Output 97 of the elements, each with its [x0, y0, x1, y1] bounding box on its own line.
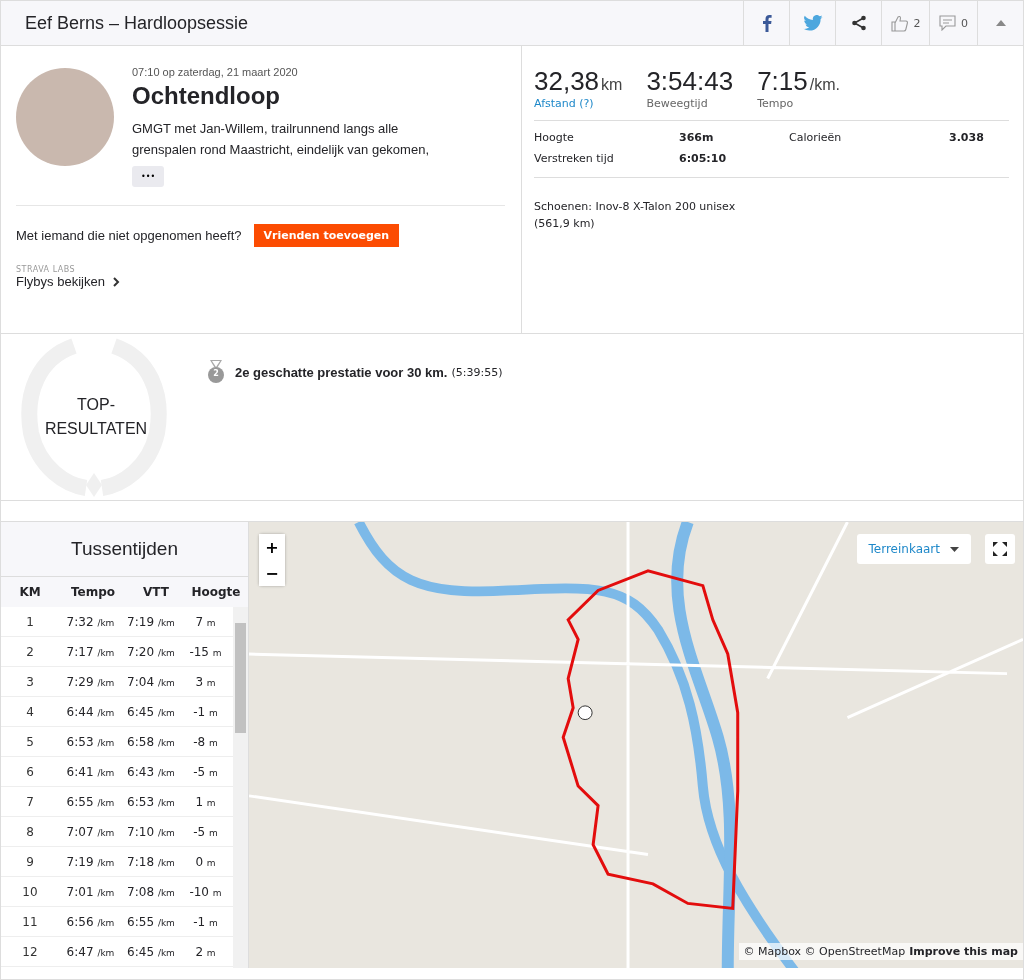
activity-name: Ochtendloop — [132, 82, 280, 110]
achievement-time: (5:39:55) — [451, 365, 503, 379]
elevation-cell-text: 0 m — [194, 854, 217, 869]
map-type-dropdown[interactable]: Terreinkaart — [856, 534, 971, 564]
km-cell-text: 6 — [25, 764, 35, 779]
zoom-out-button[interactable]: − — [259, 560, 285, 586]
stat-label: Beweegtijd — [646, 97, 709, 110]
gap-cell-text: 7:19 /km — [126, 614, 176, 629]
stat-value: 32,38 — [534, 66, 600, 97]
km-cell-text: 12 — [21, 944, 39, 959]
elevation-cell-text: -5 m — [192, 824, 219, 839]
improve-map-link[interactable]: Improve this map — [909, 945, 1018, 958]
more-button[interactable]: ••• — [132, 166, 165, 187]
share-icon — [850, 15, 867, 31]
facebook-icon — [761, 14, 772, 32]
gap-cell-text: 6:43 /km — [126, 764, 176, 779]
stat-value: 7:15 — [757, 66, 808, 97]
km-cell-text: 4 — [25, 704, 35, 719]
map-attribution: © Mapbox © OpenStreetMap — [743, 945, 906, 958]
pace-cell-text: 7:19 /km — [65, 854, 116, 869]
stat-label: Calorieën — [789, 131, 843, 144]
scrollbar[interactable] — [233, 607, 248, 968]
km-cell-text: 1 — [25, 614, 35, 629]
stat-unit: km — [601, 76, 623, 94]
fullscreen-button[interactable] — [985, 534, 1015, 564]
gap-cell-text: 7:08 /km — [126, 884, 176, 899]
caret-down-icon — [950, 546, 959, 552]
achievement-text: 2e geschatte prestatie voor 30 km. — [235, 364, 448, 380]
stat-label-link[interactable]: Afstand (?) — [534, 97, 623, 110]
stat-unit: /km. — [809, 76, 840, 94]
pace-cell-text: 6:53 /km — [65, 734, 116, 749]
caret-up-icon — [995, 20, 1006, 26]
km-cell-text: 11 — [21, 914, 39, 929]
pace-cell-text: 7:17 /km — [65, 644, 116, 659]
km-cell-text: 2 — [25, 644, 35, 659]
pace-cell-text: 7:32 /km — [65, 614, 116, 629]
fullscreen-icon — [992, 541, 1008, 557]
page-title: Eef Berns – Hardloopsessie — [24, 12, 249, 34]
elevation-cell-text: 2 m — [194, 944, 217, 959]
km-cell-text: 10 — [21, 884, 39, 899]
column-header: KM — [18, 585, 42, 599]
pace-cell-text: 7:01 /km — [65, 884, 116, 899]
stat-value: 6:05:10 — [679, 152, 728, 165]
pace-cell-text: 7:29 /km — [65, 674, 116, 689]
bird-icon — [802, 15, 823, 31]
stat-label: Verstreken tijd — [534, 152, 615, 165]
elevation-cell-text: 3 m — [194, 674, 217, 689]
km-cell-text: 5 — [25, 734, 35, 749]
elevation-cell-text: -1 m — [192, 914, 219, 929]
km-cell-text: 9 — [25, 854, 35, 869]
gap-cell-text: 7:10 /km — [126, 824, 176, 839]
elevation-cell-text: -1 m — [192, 704, 219, 719]
stat-label: Hoogte — [534, 131, 575, 144]
elevation-cell-text: -10 m — [188, 884, 223, 899]
invite-prompt: Met iemand die niet opgenomen heeft? — [16, 228, 242, 243]
column-header: Tempo — [69, 585, 117, 599]
km-cell-text: 8 — [25, 824, 35, 839]
gap-cell-text: 7:04 /km — [126, 674, 176, 689]
stat-label: Tempo — [757, 97, 795, 110]
pace-cell-text: 6:41 /km — [65, 764, 116, 779]
kudos-button[interactable]: 2 — [881, 1, 929, 45]
elevation-cell-text: 7 m — [194, 614, 217, 629]
elevation-cell-text: -5 m — [192, 764, 219, 779]
comment-icon — [939, 15, 956, 31]
gap-cell-text: 6:58 /km — [126, 734, 176, 749]
column-header: VTT — [142, 585, 170, 599]
pace-cell-text: 7:07 /km — [65, 824, 116, 839]
gap-cell-text: 6:45 /km — [126, 704, 176, 719]
shoes-info: Schoenen: Inov-8 X-Talon 200 unisex (561,9 km) — [534, 199, 737, 232]
stat-value: 3:54:43 — [646, 66, 734, 97]
labs-label: STRAVA LABS — [16, 265, 77, 274]
column-header: Hoogte — [190, 585, 242, 599]
pace-cell-text: 6:47 /km — [65, 944, 116, 959]
stat-value: 3.038 — [949, 131, 985, 144]
thumbs-up-icon — [890, 14, 909, 32]
activity-description: GMGT met Jan-Willem, trailrunnend langs alle grenspalen rond Maastricht, eindelijk van gekomen, — [132, 120, 430, 159]
gap-cell-text: 7:18 /km — [126, 854, 176, 869]
km-cell-text: 3 — [25, 674, 35, 689]
stat-value: 366m — [679, 131, 715, 144]
flybys-link[interactable]: Flybys bekijken — [16, 274, 505, 289]
elevation-cell-text: -8 m — [192, 734, 219, 749]
comments-button[interactable]: 0 — [929, 1, 977, 45]
gap-cell-text: 6:55 /km — [126, 914, 176, 929]
activity-date: 07:10 op zaterdag, 21 maart 2020 — [132, 66, 298, 78]
elevation-cell-text: 1 m — [194, 794, 217, 809]
gap-cell-text: 6:45 /km — [126, 944, 176, 959]
splits-title: Tussentijden — [1, 522, 248, 577]
pace-cell-text: 6:56 /km — [65, 914, 116, 929]
zoom-in-button[interactable]: + — [259, 534, 285, 560]
top-results-title: TOP-RESULTATEN — [43, 395, 149, 439]
pace-cell-text: 6:55 /km — [65, 794, 116, 809]
elevation-cell-text: -15 m — [188, 644, 223, 659]
km-cell-text: 7 — [25, 794, 35, 809]
pace-cell-text: 6:44 /km — [65, 704, 116, 719]
chevron-right-icon — [112, 276, 120, 287]
gap-cell-text: 6:53 /km — [126, 794, 176, 809]
gap-cell-text: 7:20 /km — [126, 644, 176, 659]
